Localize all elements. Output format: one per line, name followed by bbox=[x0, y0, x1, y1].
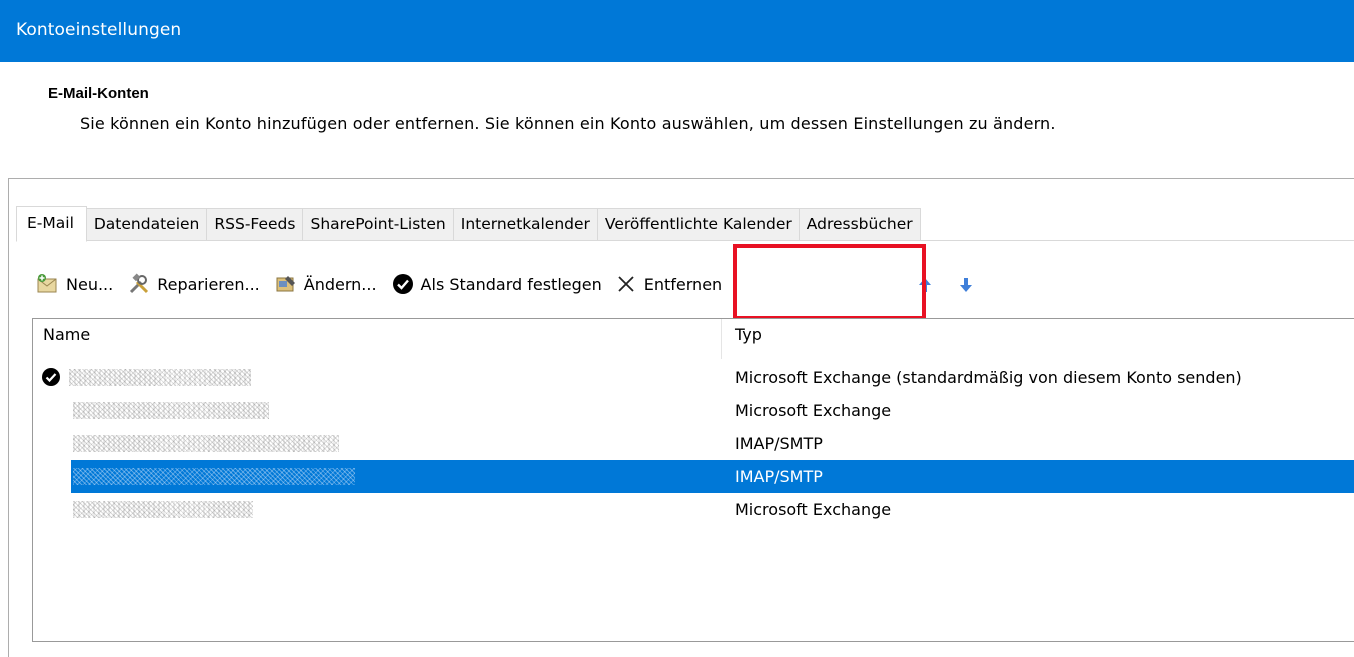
check-circle-icon bbox=[392, 274, 413, 294]
redacted-account-name bbox=[73, 402, 269, 419]
set-default-button[interactable]: Als Standard festlegen bbox=[391, 268, 602, 300]
new-account-label: Neu... bbox=[66, 274, 114, 294]
redacted-account-name bbox=[73, 501, 253, 518]
account-type: IMAP/SMTP bbox=[735, 434, 823, 453]
tab-email[interactable]: E-Mail bbox=[16, 206, 87, 242]
account-type: Microsoft Exchange bbox=[735, 401, 892, 420]
close-x-icon bbox=[618, 276, 634, 292]
tab-address-books[interactable]: Adressbücher bbox=[799, 208, 921, 241]
redacted-account-name bbox=[73, 468, 355, 485]
new-mail-account-icon bbox=[37, 274, 57, 293]
column-header-type[interactable]: Typ bbox=[735, 325, 762, 344]
account-toolbar: Neu... Reparieren... Ändern... Als Stand… bbox=[36, 268, 736, 300]
table-row[interactable]: Microsoft Exchange bbox=[33, 493, 1354, 526]
window-title: Kontoeinstellungen bbox=[16, 20, 182, 40]
change-account-icon bbox=[276, 276, 295, 292]
repair-account-label: Reparieren... bbox=[157, 274, 260, 294]
table-row[interactable]: Microsoft Exchange bbox=[33, 394, 1354, 427]
account-type: IMAP/SMTP bbox=[735, 467, 823, 486]
table-row-selected[interactable]: IMAP/SMTP bbox=[71, 460, 1354, 493]
table-row[interactable]: Microsoft Exchange (standardmäßig von di… bbox=[33, 361, 1354, 394]
tab-internet-calendars[interactable]: Internetkalender bbox=[453, 208, 598, 241]
tab-sharepoint-lists[interactable]: SharePoint-Listen bbox=[303, 208, 454, 241]
account-list[interactable]: Name Typ Microsoft Exchange (standardmäß… bbox=[32, 318, 1354, 642]
remove-account-button[interactable]: Entfernen bbox=[616, 268, 722, 300]
redacted-account-name bbox=[69, 369, 251, 386]
change-account-button[interactable]: Ändern... bbox=[274, 268, 377, 300]
redacted-account-name bbox=[73, 435, 339, 452]
title-bar: Kontoeinstellungen bbox=[0, 0, 1354, 62]
tab-strip: E-Mail Datendateien RSS-Feeds SharePoint… bbox=[16, 206, 921, 242]
default-account-check-icon bbox=[42, 368, 60, 386]
repair-account-button[interactable]: Reparieren... bbox=[127, 268, 260, 300]
tab-panel-border bbox=[16, 240, 1354, 241]
new-account-button[interactable]: Neu... bbox=[36, 268, 113, 300]
section-heading: E-Mail-Konten bbox=[48, 85, 149, 102]
tab-data-files[interactable]: Datendateien bbox=[86, 208, 208, 241]
column-separator bbox=[721, 319, 722, 359]
tools-icon bbox=[130, 273, 149, 294]
column-header-name[interactable]: Name bbox=[43, 325, 90, 344]
set-default-label: Als Standard festlegen bbox=[420, 274, 602, 294]
change-account-label: Ändern... bbox=[303, 274, 377, 294]
account-type: Microsoft Exchange bbox=[735, 500, 892, 519]
section-description: Sie können ein Konto hinzufügen oder ent… bbox=[80, 114, 1056, 133]
tab-rss-feeds[interactable]: RSS-Feeds bbox=[207, 208, 304, 241]
arrow-down-icon[interactable] bbox=[958, 276, 974, 294]
tab-published-calendars[interactable]: Veröffentlichte Kalender bbox=[597, 208, 800, 241]
table-row[interactable]: IMAP/SMTP bbox=[33, 427, 1354, 460]
arrow-up-icon[interactable] bbox=[917, 276, 933, 294]
account-type: Microsoft Exchange (standardmäßig von di… bbox=[735, 368, 1242, 387]
remove-account-label: Entfernen bbox=[643, 274, 723, 294]
